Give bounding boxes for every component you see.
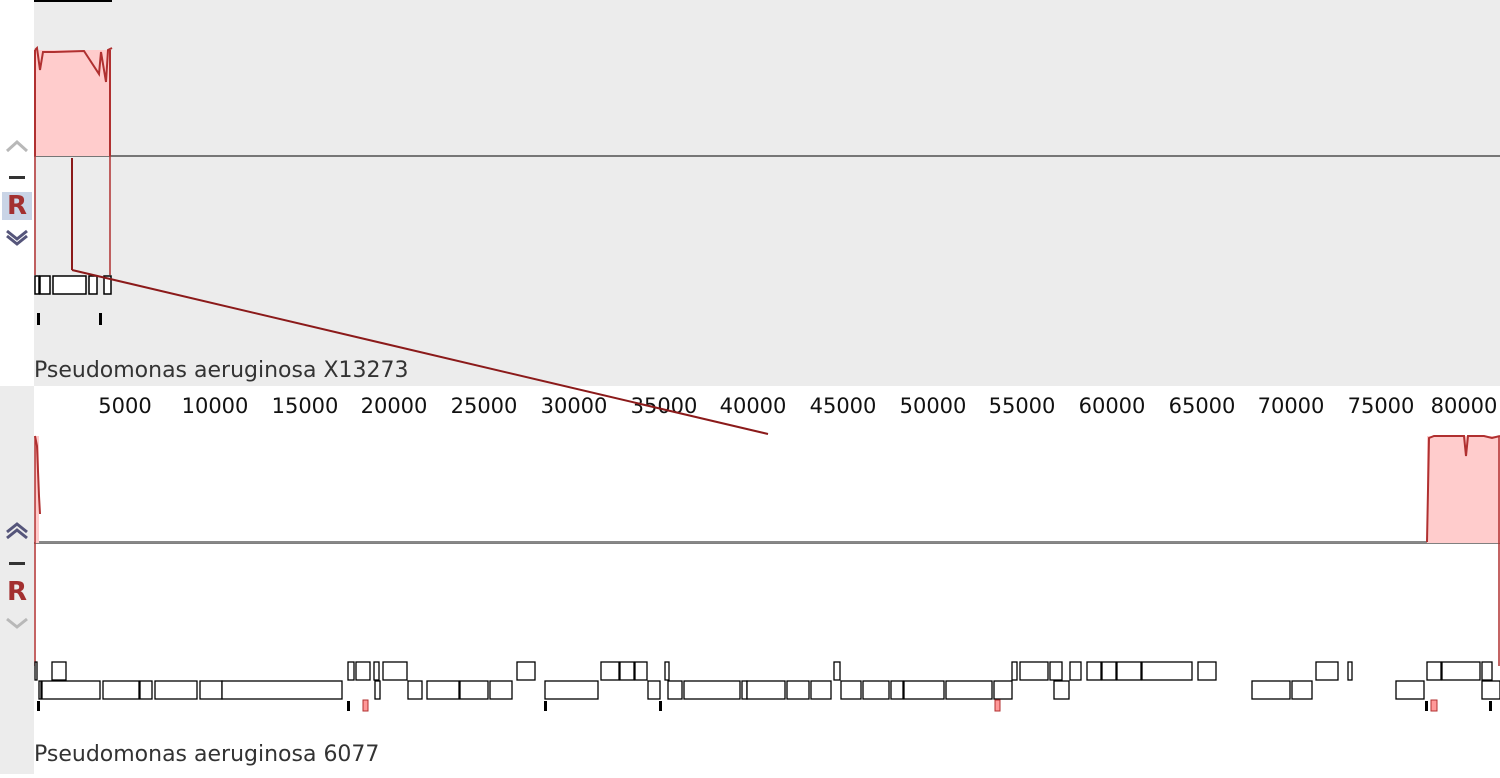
- tick-label: 50000: [899, 394, 967, 418]
- minus-icon: [9, 562, 25, 565]
- tick-label: 40000: [719, 394, 787, 418]
- top-gene-features: [34, 275, 112, 295]
- chevron-down-icon: [6, 617, 28, 629]
- tick-label: 80000: [1430, 394, 1498, 418]
- top-track-area[interactable]: [34, 0, 1500, 386]
- chevron-up-icon: [6, 522, 28, 540]
- top-scroll-indicator: [34, 0, 112, 2]
- top-control-column: R: [0, 0, 34, 386]
- tick-label: 10000: [181, 394, 249, 418]
- tick-label: 20000: [360, 394, 428, 418]
- bottom-gene-features-row2: [38, 680, 1500, 700]
- bottom-lcb-block-right[interactable]: [1427, 436, 1500, 543]
- tick-label: 65000: [1168, 394, 1236, 418]
- bottom-track-svg: [34, 435, 1500, 712]
- top-sequence-label: Pseudomonas aeruginosa X13273: [34, 358, 409, 383]
- tick-label: 30000: [540, 394, 608, 418]
- tick-label: 5000: [98, 394, 152, 418]
- move-down-button[interactable]: [2, 226, 32, 248]
- bottom-genome-panel: R Pseudomonas aeruginosa 6077: [0, 386, 1500, 774]
- move-down-button[interactable]: [2, 612, 32, 634]
- bottom-gene-features-row1: [34, 661, 1493, 681]
- tick-label: 60000: [1078, 394, 1146, 418]
- minus-icon: [9, 176, 25, 179]
- tick-label: 70000: [1257, 394, 1325, 418]
- hide-button[interactable]: [2, 552, 32, 574]
- reverse-button[interactable]: R: [2, 192, 32, 220]
- tick-label: 75000: [1347, 394, 1415, 418]
- tick-label: 25000: [450, 394, 518, 418]
- tick-label: 35000: [630, 394, 698, 418]
- top-track-svg: [34, 45, 1500, 325]
- bottom-control-column: R: [0, 386, 34, 774]
- move-up-button[interactable]: [2, 520, 32, 542]
- reverse-label: R: [6, 577, 28, 607]
- bottom-repeat-markers: [37, 701, 1492, 711]
- bottom-track-area[interactable]: [34, 426, 1500, 774]
- reverse-button[interactable]: R: [2, 578, 32, 606]
- chevron-down-icon: [6, 229, 28, 246]
- bottom-pink-markers: [362, 699, 1438, 712]
- tick-label: 45000: [809, 394, 877, 418]
- tick-label: 15000: [271, 394, 339, 418]
- tick-label: 55000: [988, 394, 1056, 418]
- bottom-sequence-label: Pseudomonas aeruginosa 6077: [34, 742, 380, 767]
- coordinate-ruler: 5000 10000 15000 20000 25000 30000 35000…: [34, 386, 1500, 426]
- reverse-label: R: [6, 191, 28, 221]
- move-up-button[interactable]: [2, 134, 32, 156]
- chevron-up-icon: [5, 139, 29, 153]
- top-genome-panel: R Pseudomonas aeruginosa X13273: [0, 0, 1500, 386]
- top-repeat-markers: [37, 313, 102, 325]
- hide-button[interactable]: [2, 166, 32, 188]
